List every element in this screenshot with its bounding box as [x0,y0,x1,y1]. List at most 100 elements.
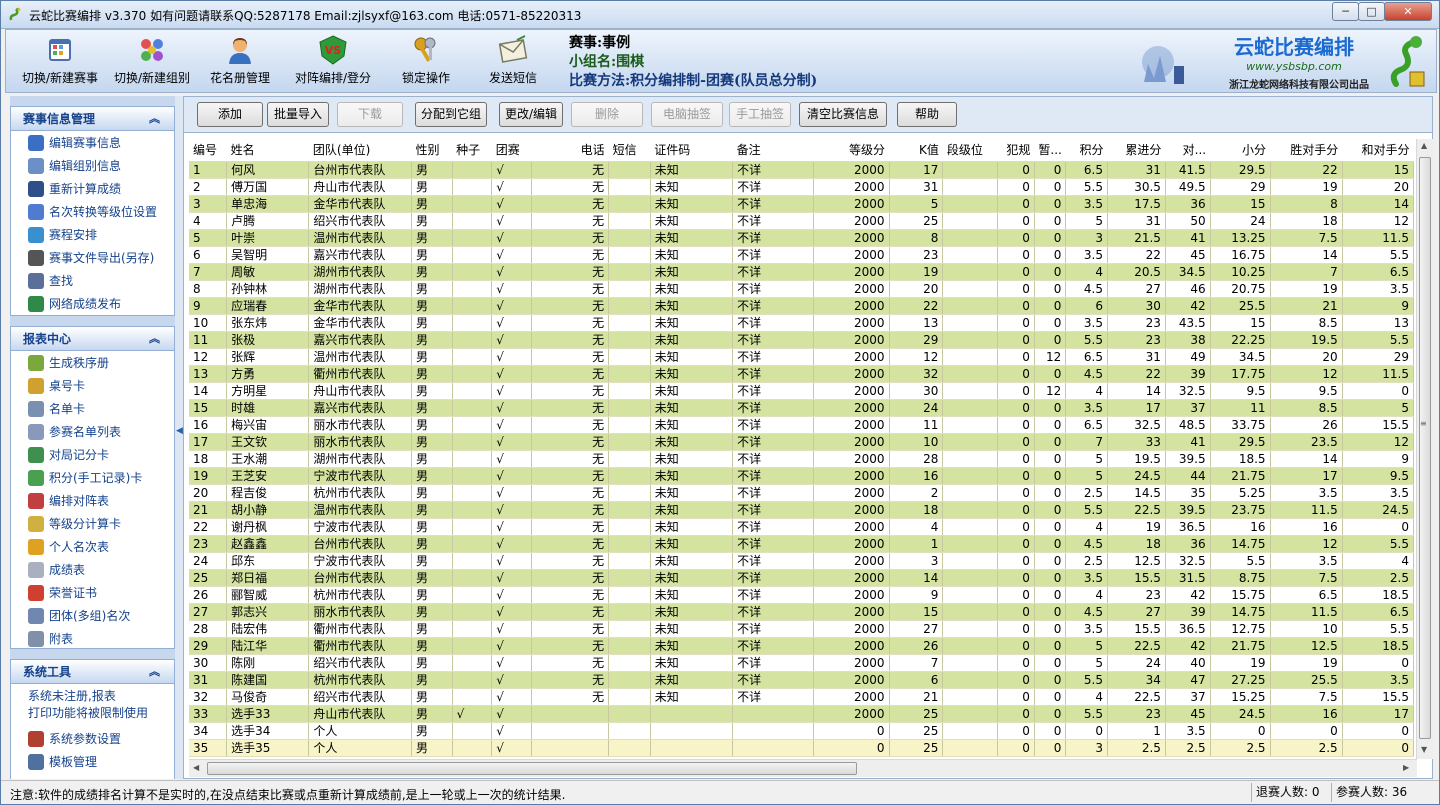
column-header[interactable]: 犯规 [997,139,1035,162]
player-grid[interactable]: 编号 姓名 团队(单位) 性别 种子 团赛 电话 短信 证件码 备注 等级分 K值 段级位 犯规 暂... 积… [189,139,1417,759]
table-row[interactable]: 13 方勇 衢州市代表队男 √ 无未知 不详 2000 32 0 0 4.5 22 39 17.75 12 1… [189,365,1415,383]
sidebar-item[interactable]: 名单卡 [11,397,174,420]
sidebar-item[interactable]: 赛程安排 [11,223,174,246]
column-header[interactable]: 编号 [189,139,227,162]
table-row[interactable]: 15 时雄 嘉兴市代表队男 √ 无未知 不详 2000 24 0 0 3.5 17 37 11 8.5 5 [189,399,1415,417]
column-header[interactable]: 姓名 [226,139,309,162]
scroll-left-icon[interactable]: ◀ [193,763,199,772]
table-row[interactable]: 25 郑日福 台州市代表队男 √ 无未知 不详 2000 14 0 0 3.5 15.5 31.5 8.7… [189,569,1415,587]
sidebar-item[interactable]: 桌号卡 [11,374,174,397]
table-row[interactable]: 14 方明星 舟山市代表队男 √ 无未知 不详 2000 30 0 12 4 14 32.5 9.5 9.5… [189,382,1415,400]
table-row[interactable]: 12 张辉 温州市代表队男 √ 无未知 不详 2000 12 0 12 6.5 31 49 34.5 20 2… [189,348,1415,366]
sidebar-item[interactable]: 编辑赛事信息 [11,131,174,154]
table-row[interactable]: 11 张极 嘉兴市代表队男 √ 无未知 不详 2000 29 0 0 5.5 23 38 22.25 19.… [189,331,1415,349]
switch-event-button[interactable]: 切换/新建赛事 [12,32,108,90]
table-row[interactable]: 28 陆宏伟 衢州市代表队男 √ 无未知 不详 2000 27 0 0 3.5 15.5 36.5 12.… [189,620,1415,638]
table-row[interactable]: 20 程吉俊 杭州市代表队男 √ 无未知 不详 2000 2 0 0 2.5 14.5 35 5.25 3.… [189,484,1415,502]
column-header[interactable]: 积分 [1065,139,1108,162]
table-row[interactable]: 2 傅万国 舟山市代表队男 √ 无未知 不详 2000 31 0 0 5.5 30.5 49.5 29 19… [189,178,1415,196]
column-header[interactable]: 种子 [452,139,492,162]
column-header[interactable]: 段级位 [942,139,998,162]
table-row[interactable]: 21 胡小静 温州市代表队男 √ 无未知 不详 2000 18 0 0 5.5 22.5 39.5 23.… [189,501,1415,519]
table-row[interactable]: 30 陈刚 绍兴市代表队男 √ 无未知 不详 2000 7 0 0 5 24 40 19 19 0 [189,654,1415,672]
column-header[interactable]: 对... [1165,139,1211,162]
column-header[interactable]: 性别 [411,139,453,162]
sidebar-item[interactable]: 查找 [11,269,174,292]
action-button[interactable]: 帮助 [897,102,957,127]
scroll-thumb[interactable] [1419,157,1431,739]
table-row[interactable]: 22 谢丹枫 宁波市代表队男 √ 无未知 不详 2000 4 0 0 4 19 36.5 16 16 0 [189,518,1415,536]
sidebar-item[interactable]: 生成秩序册 [11,351,174,374]
table-row[interactable]: 18 王水潮 湖州市代表队男 √ 无未知 不详 2000 28 0 0 5 19.5 39.5 18.5 1… [189,450,1415,468]
action-button[interactable]: 更改/编辑 [499,102,563,127]
column-header[interactable]: K值 [889,139,943,162]
table-row[interactable]: 7 周敏 湖州市代表队男 √ 无未知 不详 2000 19 0 0 4 20.5 34.5 10.25 7 6… [189,263,1415,281]
scroll-down-icon[interactable]: ▼ [1421,745,1427,754]
sidebar-item[interactable]: 团体(多组)名次 [11,604,174,627]
action-button[interactable]: 清空比赛信息 [799,102,887,127]
sidebar-item[interactable]: 名次转换等级位设置 [11,200,174,223]
scroll-thumb[interactable] [207,762,857,775]
table-row[interactable]: 23 赵鑫鑫 台州市代表队男 √ 无未知 不详 2000 1 0 0 4.5 18 36 14.75 12 5… [189,535,1415,553]
roster-button[interactable]: 花名册管理 [202,32,278,90]
table-row[interactable]: 10 张东炜 金华市代表队男 √ 无未知 不详 2000 13 0 0 3.5 23 43.5 15 8.5… [189,314,1415,332]
column-header[interactable]: 团队(单位) [308,139,412,162]
send-sms-button[interactable]: 发送短信 [476,32,550,90]
sidebar-item[interactable]: 系统参数设置 [11,727,174,750]
column-header[interactable]: 团赛 [491,139,532,162]
panel-header[interactable]: 报表中心 ︽ [11,327,174,351]
table-row[interactable]: 4 卢腾 绍兴市代表队男 √ 无未知 不详 2000 25 0 0 5 31 50 24 18 12 [189,212,1415,230]
table-row[interactable]: 32 马俊奇 绍兴市代表队男 √ 无未知 不详 2000 21 0 0 4 22.5 37 15.25 7.… [189,688,1415,706]
column-header[interactable]: 和对手分 [1342,139,1414,162]
pairing-button[interactable]: VS 对阵编排/登分 [285,32,381,90]
action-button[interactable]: 分配到它组 [415,102,487,127]
column-header[interactable]: 暂... [1034,139,1066,162]
panel-header[interactable]: 系统工具 ︽ [11,660,174,684]
sidebar-item[interactable]: 重新计算成绩 [11,177,174,200]
table-row[interactable]: 34 选手34 个人男 √ 0 25 0 0 0 1 3.5 0 0 0 [189,722,1415,740]
column-header[interactable]: 短信 [608,139,651,162]
scroll-up-icon[interactable]: ▲ [1421,141,1427,150]
sidebar-item[interactable]: 模板管理 [11,750,174,773]
sidebar-item[interactable]: 参赛名单列表 [11,420,174,443]
table-row[interactable]: 33 选手33 舟山市代表队男 √ √ 2000 25 0 0 5.5 23 45 24.5 16 17 [189,705,1415,723]
column-header[interactable]: 胜对手分 [1270,139,1343,162]
table-row[interactable]: 6 吴智明 嘉兴市代表队男 √ 无未知 不详 2000 23 0 0 3.5 22 45 16.75 14 5… [189,246,1415,264]
table-row[interactable]: 8 孙钟林 湖州市代表队男 √ 无未知 不详 2000 20 0 0 4.5 27 46 20.75 19 3… [189,280,1415,298]
table-row[interactable]: 5 叶崇 温州市代表队男 √ 无未知 不详 2000 8 0 0 3 21.5 41 13.25 7.5 11… [189,229,1415,247]
switch-group-button[interactable]: 切换/新建组别 [106,32,198,90]
panel-header[interactable]: 赛事信息管理 ︽ [11,107,174,131]
table-row[interactable]: 9 应瑞春 金华市代表队男 √ 无未知 不详 2000 22 0 0 6 30 42 25.5 21 9 [189,297,1415,315]
sidebar-item[interactable]: 等级分计算卡 [11,512,174,535]
table-row[interactable]: 35 选手35 个人男 √ 0 25 0 0 3 2.5 2.5 2.5 2.5 0 [189,739,1415,757]
table-row[interactable]: 19 王芝安 宁波市代表队男 √ 无未知 不详 2000 16 0 0 5 24.5 44 21.75 17… [189,467,1415,485]
table-row[interactable]: 1 何风 台州市代表队男 √ 无未知 不详 2000 17 0 0 6.5 31 41.5 29.5 22 1… [189,161,1415,179]
column-header[interactable]: 累进分 [1107,139,1166,162]
collapse-arrow-icon[interactable]: ◀ [176,426,183,450]
table-row[interactable]: 16 梅兴宙 丽水市代表队男 √ 无未知 不详 2000 11 0 0 6.5 32.5 48.5 33.… [189,416,1415,434]
column-header[interactable]: 电话 [531,139,609,162]
table-row[interactable]: 17 王文钦 丽水市代表队男 √ 无未知 不详 2000 10 0 0 7 33 41 29.5 23.5 1… [189,433,1415,451]
table-row[interactable]: 26 郦智威 杭州市代表队男 √ 无未知 不详 2000 9 0 0 4 23 42 15.75 6.5 18… [189,586,1415,604]
sidebar-item[interactable]: 积分(手工记录)卡 [11,466,174,489]
table-row[interactable]: 31 陈建国 杭州市代表队男 √ 无未知 不详 2000 6 0 0 5.5 34 47 27.25 25.… [189,671,1415,689]
table-row[interactable]: 29 陆江华 衢州市代表队男 √ 无未知 不详 2000 26 0 0 5 22.5 42 21.75 12… [189,637,1415,655]
horizontal-scrollbar[interactable]: ◀ ▶ [189,759,1417,777]
collapse-chevron-icon[interactable]: ︽ [149,660,160,684]
action-button[interactable]: 批量导入 [267,102,329,127]
sidebar-item[interactable]: 编排对阵表 [11,489,174,512]
lock-button[interactable]: 锁定操作 [388,32,464,90]
column-header[interactable]: 证件码 [650,139,733,162]
sidebar-item[interactable]: 荣誉证书 [11,581,174,604]
close-button[interactable]: ✕ [1384,2,1432,21]
sidebar-item[interactable]: 编辑组别信息 [11,154,174,177]
sidebar-item[interactable]: 网络成绩发布 [11,292,174,315]
sidebar-item[interactable]: 个人名次表 [11,535,174,558]
collapse-chevron-icon[interactable]: ︽ [149,327,160,351]
sidebar-item[interactable]: 赛事文件导出(另存) [11,246,174,269]
sidebar-splitter[interactable]: ◀ [175,96,183,779]
table-row[interactable]: 27 郭志兴 丽水市代表队男 √ 无未知 不详 2000 15 0 0 4.5 27 39 14.75 11… [189,603,1415,621]
column-header[interactable]: 备注 [732,139,814,162]
action-button[interactable]: 添加 [197,102,263,127]
table-row[interactable]: 3 单忠海 金华市代表队男 √ 无未知 不详 2000 5 0 0 3.5 17.5 36 15 8 14 [189,195,1415,213]
